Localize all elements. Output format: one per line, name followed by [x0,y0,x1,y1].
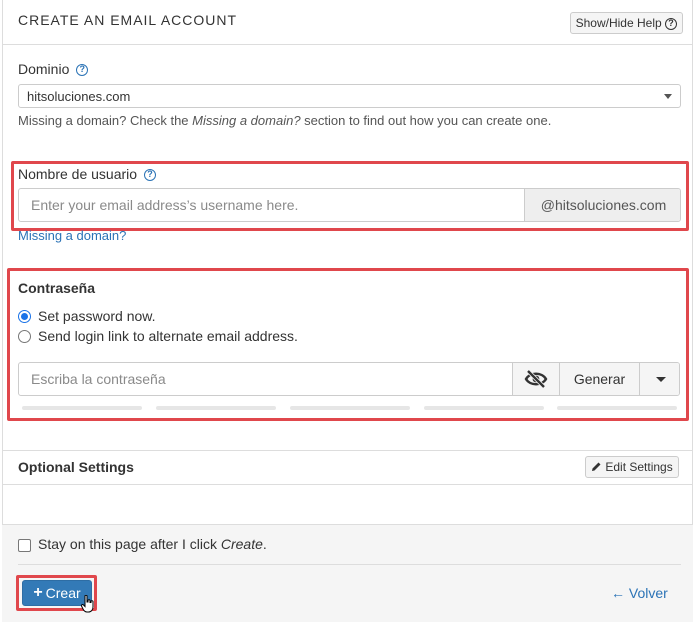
hand-cursor-icon [81,595,94,613]
domain-select[interactable]: hitsoluciones.com [18,84,681,108]
radio-send-login-link-label: Send login link to alternate email addre… [38,328,298,344]
domain-help-prefix: Missing a domain? Check the [18,113,193,128]
domain-help-suffix: section to find out how you can create o… [300,113,552,128]
section-divider [2,450,693,451]
radio-set-password-control[interactable] [18,309,31,323]
radio-set-password-label: Set password now. [38,308,156,324]
show-hide-help-button[interactable]: Show/Hide Help ? [569,12,683,34]
username-input[interactable] [19,189,524,221]
edit-settings-label: Edit Settings [605,460,673,474]
username-label-text: Nombre de usuario [18,166,138,182]
question-icon: ? [665,17,677,30]
strength-segment [424,406,544,410]
strength-segment [290,406,410,410]
password-label: Contraseña [18,280,96,296]
toggle-visibility-button[interactable] [512,363,559,395]
stay-on-page-emphasis: Create [220,536,263,552]
stay-on-page-prefix: Stay on this page after I click [38,536,221,552]
radio-send-login-link-control[interactable] [18,329,31,343]
back-link-label: Volver [628,585,668,601]
back-link[interactable]: ← Volver [611,585,668,601]
username-label: Nombre de usuario ? [18,166,156,182]
show-hide-help-label: Show/Hide Help [575,16,662,30]
stay-on-page-checkbox[interactable] [18,539,31,552]
chevron-down-icon [664,94,672,99]
arrow-left-icon: ← [611,585,625,601]
domain-suffix-addon: @hitsoluciones.com [524,189,680,221]
generate-password-button[interactable]: Generar [559,363,639,395]
caret-down-icon [655,376,666,382]
username-help-icon[interactable]: ? [143,169,156,182]
password-input[interactable] [19,363,512,395]
password-highlight-box [7,268,689,421]
strength-segment [156,406,276,410]
page-title: CREATE AN EMAIL ACCOUNT [18,12,238,28]
domain-help-text: Missing a domain? Check the Missing a do… [18,113,551,128]
panel-header: CREATE AN EMAIL ACCOUNT Show/Hide Help ? [2,0,693,45]
domain-select-value: hitsoluciones.com [27,89,131,104]
radio-set-password[interactable]: Set password now. [18,308,156,324]
optional-settings-title: Optional Settings [18,459,134,475]
domain-label: Dominio ? [18,61,89,77]
strength-segment [22,406,142,410]
pencil-icon [592,462,601,471]
username-input-group: @hitsoluciones.com [18,188,681,222]
strength-segment [557,406,677,410]
footer-divider [18,564,681,565]
generate-options-toggle[interactable] [639,363,679,395]
edit-settings-button[interactable]: Edit Settings [585,456,679,478]
domain-label-text: Dominio [18,61,70,77]
section-divider [2,484,693,485]
domain-help-icon[interactable]: ? [76,64,89,77]
radio-send-login-link[interactable]: Send login link to alternate email addre… [18,328,298,344]
stay-on-page-suffix: . [262,536,267,552]
eye-slash-icon [524,370,548,388]
missing-domain-link[interactable]: Missing a domain? [18,228,126,243]
password-input-group: Generar [18,362,680,396]
plus-icon: + [33,584,43,601]
create-button-label: Crear [45,585,81,601]
domain-help-emphasis: Missing a domain? [192,113,301,128]
stay-on-page-label: Stay on this page after I click Create. [38,536,267,552]
